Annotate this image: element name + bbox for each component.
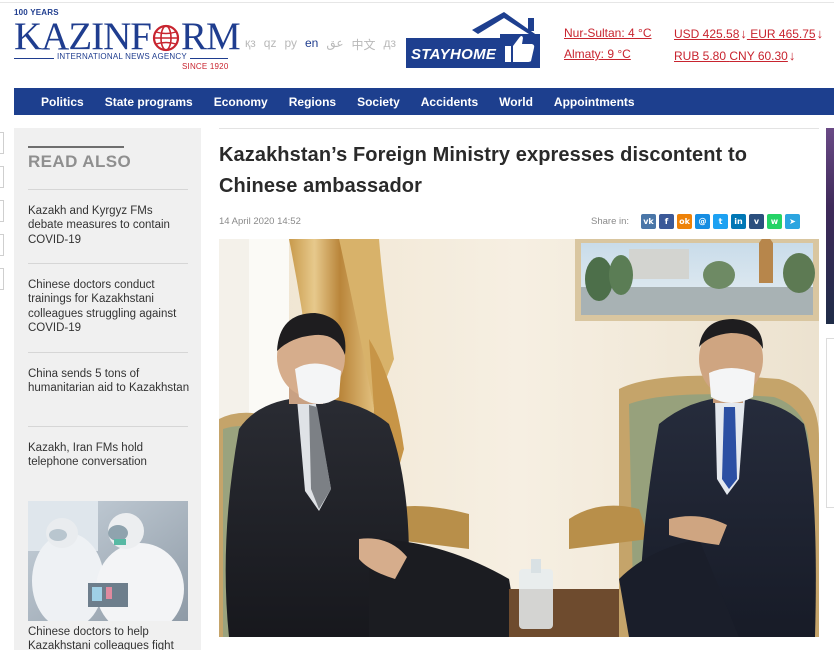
nav-state-programs[interactable]: State programs [105,95,193,109]
thumbnail-caption[interactable]: Chinese doctors to help Kazakhstani coll… [28,625,190,650]
lang-kz-cyrillic[interactable]: қз [245,36,256,53]
article-top-rule [219,128,819,129]
edge-fragment [0,234,4,256]
logo-wordmark: KAZINF RM [14,17,241,57]
telegram-icon[interactable]: ➤ [785,214,800,229]
twitter-icon[interactable]: t [713,214,728,229]
kazinform-logo[interactable]: 100 YEARS KAZINF RM INTERNATIONAL NEWS AG… [14,8,241,74]
right-ad-strip[interactable] [826,128,834,324]
nav-world[interactable]: World [499,95,533,109]
rate-eur[interactable]: EUR 465.75 [750,27,815,41]
doctors-lab-thumbnail[interactable] [28,501,188,621]
down-arrow-icon: ↓ [788,48,796,63]
weather-nur-sultan[interactable]: Nur-Sultan: 4 °C [564,23,652,44]
nav-politics[interactable]: Politics [41,95,84,109]
right-ad-frame [826,338,834,508]
rates-row-2: RUB 5.80 CNY 60.30↓ [674,45,823,67]
lang-en[interactable]: en [305,36,318,53]
divider [28,189,188,190]
lang-extra[interactable]: дз [384,36,397,53]
facebook-icon[interactable]: f [659,214,674,229]
mailru-icon[interactable]: @ [695,214,710,229]
lang-zh[interactable]: 中文 [352,36,376,53]
divider [28,352,188,353]
edge-fragment [0,166,4,188]
stayhome-banner[interactable]: STAYHOME [406,12,544,70]
article-headline: Kazakhstan’s Foreign Ministry expresses … [219,144,748,197]
edge-fragment [0,200,4,222]
lang-kz-latin[interactable]: qz [264,36,277,53]
down-arrow-icon: ↓ [816,26,824,41]
logo-agency: INTERNATIONAL NEWS AGENCY [54,52,190,61]
lang-ar[interactable]: عق [326,36,343,53]
read-also-item[interactable]: Kazakh, Iran FMs hold telephone conversa… [28,441,190,470]
rate-usd[interactable]: USD 425.58 [674,27,739,41]
edge-fragment [0,132,4,154]
lang-ru[interactable]: ру [284,36,297,53]
logo-since: SINCE 1920 [182,62,229,71]
article-main-photo [219,239,819,637]
rate-cny[interactable]: CNY 60.30 [729,49,787,63]
linkedin-icon[interactable]: in [731,214,746,229]
nav-accidents[interactable]: Accidents [421,95,478,109]
odnoklassniki-icon[interactable]: ok [677,214,692,229]
read-also-title: READ ALSO [28,152,132,171]
globe-icon [152,24,180,52]
weather-widget: Nur-Sultan: 4 °C Almaty: 9 °C [564,23,652,65]
edge-fragment [0,268,4,290]
read-also-rule [28,146,124,148]
read-also-item[interactable]: Chinese doctors conduct trainings for Ka… [28,278,190,336]
read-also-sidebar: READ ALSO Kazakh and Kyrgyz FMs debate m… [14,128,201,650]
article-date: 14 April 2020 14:52 [219,216,301,227]
share-label: Share in: [591,216,630,227]
down-arrow-icon: ↓ [740,26,747,41]
whatsapp-icon[interactable]: w [767,214,782,229]
vk-icon[interactable]: vk [641,214,656,229]
stayhome-text: STAYHOME [411,46,497,63]
rates-row-1: USD 425.58↓ EUR 465.75↓ [674,23,823,45]
nav-appointments[interactable]: Appointments [554,95,635,109]
currency-rates: USD 425.58↓ EUR 465.75↓ RUB 5.80 CNY 60.… [674,23,823,67]
nav-regions[interactable]: Regions [289,95,336,109]
divider [28,263,188,264]
read-also-item[interactable]: China sends 5 tons of humanitarian aid t… [28,367,190,396]
rate-rub[interactable]: RUB 5.80 [674,49,726,63]
nav-society[interactable]: Society [357,95,400,109]
divider [28,426,188,427]
read-also-item[interactable]: Kazakh and Kyrgyz FMs debate measures to… [28,204,190,247]
language-switcher: қз qz ру en عق 中文 дз [245,36,396,53]
viber-icon[interactable]: v [749,214,764,229]
top-divider [0,2,834,3]
main-nav: Politics State programs Economy Regions … [14,88,834,115]
weather-almaty[interactable]: Almaty: 9 °C [564,44,652,65]
nav-economy[interactable]: Economy [214,95,268,109]
share-buttons: vk f ok @ t in v w ➤ [641,214,800,229]
